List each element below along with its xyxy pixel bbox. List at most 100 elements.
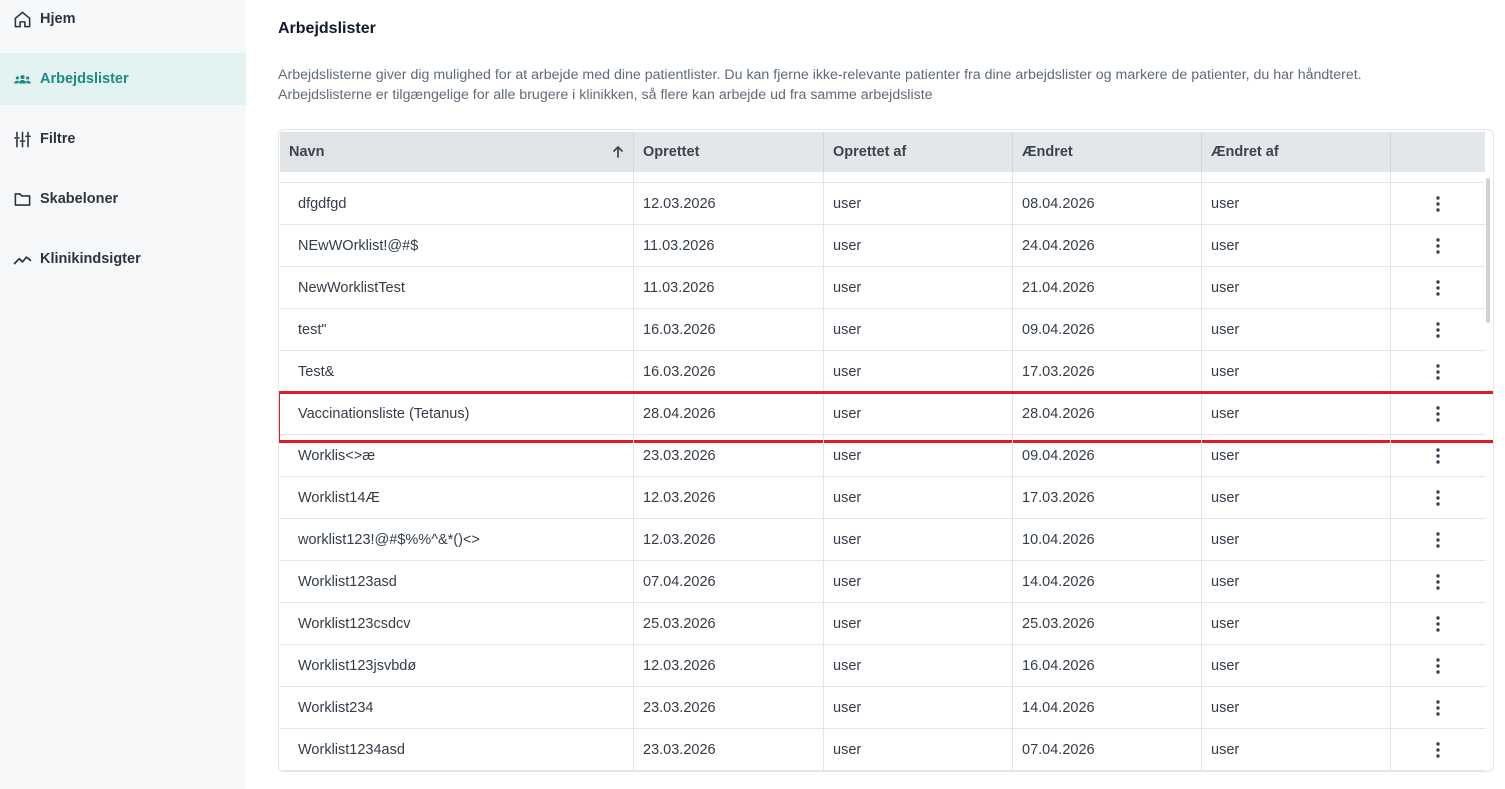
cell-changed-by: user	[1202, 183, 1391, 224]
sidebar-item-label: Hjem	[40, 11, 76, 27]
table-body: dfgdfgd 12.03.2026 user 08.04.2026 user NEwWO…	[279, 172, 1493, 771]
table-row[interactable]: Worklist14Æ 12.03.2026 user 17.03.2026 user	[280, 477, 1485, 519]
cell-created-by: user	[824, 603, 1013, 644]
more-options-icon[interactable]	[1428, 319, 1448, 341]
cell-actions	[1391, 477, 1485, 518]
cell-changed-by: user	[1202, 351, 1391, 392]
cell-created: 25.03.2026	[634, 603, 824, 644]
cell-created-by: user	[824, 309, 1013, 350]
cell-changed: 09.04.2026	[1013, 435, 1202, 476]
cell-created-by: user	[824, 267, 1013, 308]
cell-created-by: user	[824, 225, 1013, 266]
cell-changed: 21.04.2026	[1013, 267, 1202, 308]
cell-changed: 10.04.2026	[1013, 519, 1202, 560]
cell-actions	[1391, 603, 1485, 644]
cell-created: 11.03.2026	[634, 267, 824, 308]
cell-created-by: user	[824, 519, 1013, 560]
cell-name: NewWorklistTest	[280, 267, 634, 308]
more-options-icon[interactable]	[1428, 613, 1448, 635]
table-row[interactable]: test" 16.03.2026 user 09.04.2026 user	[280, 309, 1485, 351]
column-header-actions	[1391, 132, 1485, 172]
more-options-icon[interactable]	[1428, 739, 1448, 761]
column-header-oprettet-af[interactable]: Oprettet af	[824, 132, 1013, 172]
cell-changed-by: user	[1202, 225, 1391, 266]
cell-actions	[1391, 309, 1485, 350]
table-row[interactable]: dfgdfgd 12.03.2026 user 08.04.2026 user	[280, 183, 1485, 225]
users-group-icon	[12, 69, 32, 89]
cell-created: 28.04.2026	[634, 393, 824, 434]
cell-actions	[1391, 183, 1485, 224]
cell-name: worklist123!@#$%%^&*()<>	[280, 519, 634, 560]
sidebar-item-label: Klinikindsigter	[40, 251, 141, 267]
table-row[interactable]: Worklist1234asd 23.03.2026 user 07.04.2026 u…	[280, 729, 1485, 771]
cell-created: 23.03.2026	[634, 687, 824, 728]
sidebar-item-klinikindsigter[interactable]: Klinikindsigter	[0, 233, 246, 285]
more-options-icon[interactable]	[1428, 529, 1448, 551]
cell-changed-by: user	[1202, 687, 1391, 728]
table-row[interactable]: worklist123!@#$%%^&*()<> 12.03.2026 user 10…	[280, 519, 1485, 561]
cell-actions	[1391, 393, 1485, 434]
table-row[interactable]: Worklist123asd 07.04.2026 user 14.04.2026 us…	[280, 561, 1485, 603]
more-options-icon[interactable]	[1428, 487, 1448, 509]
cell-changed: 28.04.2026	[1013, 393, 1202, 434]
table-row[interactable]: NewWorklistTest 11.03.2026 user 21.04.2026 u…	[280, 267, 1485, 309]
cell-name: Worklist123asd	[280, 561, 634, 602]
more-options-icon[interactable]	[1428, 571, 1448, 593]
cell-changed-by: user	[1202, 267, 1391, 308]
cell-name: Worklist123csdcv	[280, 603, 634, 644]
table-row[interactable]: Worklist234 23.03.2026 user 14.04.2026 user	[280, 687, 1485, 729]
sidebar-item-skabeloner[interactable]: Skabeloner	[0, 173, 246, 225]
more-options-icon[interactable]	[1428, 277, 1448, 299]
column-header-oprettet[interactable]: Oprettet	[634, 132, 824, 172]
cell-created: 12.03.2026	[634, 183, 824, 224]
cell-created: 23.03.2026	[634, 435, 824, 476]
cell-name: Worklist14Æ	[280, 477, 634, 518]
column-header-label: Ændret af	[1211, 144, 1279, 160]
sliders-icon	[12, 129, 32, 149]
cell-created: 16.03.2026	[634, 351, 824, 392]
more-options-icon[interactable]	[1428, 655, 1448, 677]
page-description: Arbejdslisterne giver dig mulighed for a…	[278, 65, 1478, 105]
column-header-aendret[interactable]: Ændret	[1013, 132, 1202, 172]
more-options-icon[interactable]	[1428, 403, 1448, 425]
cell-changed-by: user	[1202, 309, 1391, 350]
column-header-label: Navn	[289, 144, 325, 160]
sort-ascending-icon[interactable]	[611, 145, 625, 159]
cell-created-by: user	[824, 435, 1013, 476]
more-options-icon[interactable]	[1428, 697, 1448, 719]
column-header-navn[interactable]: Navn	[280, 132, 634, 172]
cell-changed: 07.04.2026	[1013, 729, 1202, 770]
table-row[interactable]: Worklist123csdcv 25.03.2026 user 25.03.2026…	[280, 603, 1485, 645]
cell-created: 23.03.2026	[634, 729, 824, 770]
cell-changed-by: user	[1202, 603, 1391, 644]
column-header-aendret-af[interactable]: Ændret af	[1202, 132, 1391, 172]
more-options-icon[interactable]	[1428, 193, 1448, 215]
more-options-icon[interactable]	[1428, 235, 1448, 257]
cell-name: Vaccinationsliste (Tetanus)	[280, 393, 634, 434]
more-options-icon[interactable]	[1428, 361, 1448, 383]
column-header-label: Ændret	[1022, 144, 1073, 160]
table-row[interactable]: Worklist123jsvbdø 12.03.2026 user 16.04.202…	[280, 645, 1485, 687]
sidebar: Hjem Arbejdslister Filtre Skabeloner Kli…	[0, 0, 246, 789]
sidebar-item-filtre[interactable]: Filtre	[0, 113, 246, 165]
vertical-scrollbar[interactable]	[1486, 178, 1490, 323]
home-icon	[12, 9, 32, 29]
sidebar-item-arbejdslister[interactable]: Arbejdslister	[0, 53, 246, 105]
cell-created: 12.03.2026	[634, 519, 824, 560]
page-description-line: Arbejdslisterne giver dig mulighed for a…	[278, 67, 1362, 83]
cell-created: 07.04.2026	[634, 561, 824, 602]
cell-created-by: user	[824, 687, 1013, 728]
table-row[interactable]: NEwWOrklist!@#$ 11.03.2026 user 24.04.2026 u…	[280, 225, 1485, 267]
table-row[interactable]: Vaccinationsliste (Tetanus) 28.04.2026 use…	[279, 391, 1493, 443]
cell-created-by: user	[824, 729, 1013, 770]
more-options-icon[interactable]	[1428, 445, 1448, 467]
cell-created-by: user	[824, 183, 1013, 224]
cell-actions	[1391, 351, 1485, 392]
table-header: Navn Oprettet Oprettet af Ændret Ændret …	[280, 132, 1485, 172]
cell-created: 16.03.2026	[634, 309, 824, 350]
column-header-label: Oprettet	[643, 144, 700, 160]
table-row[interactable]: Test& 16.03.2026 user 17.03.2026 user	[280, 351, 1485, 393]
sidebar-item-hjem[interactable]: Hjem	[0, 0, 246, 45]
table-row[interactable]: Worklis<>æ 23.03.2026 user 09.04.2026 user	[280, 435, 1485, 477]
worklist-table: Navn Oprettet Oprettet af Ændret Ændret …	[278, 129, 1494, 772]
